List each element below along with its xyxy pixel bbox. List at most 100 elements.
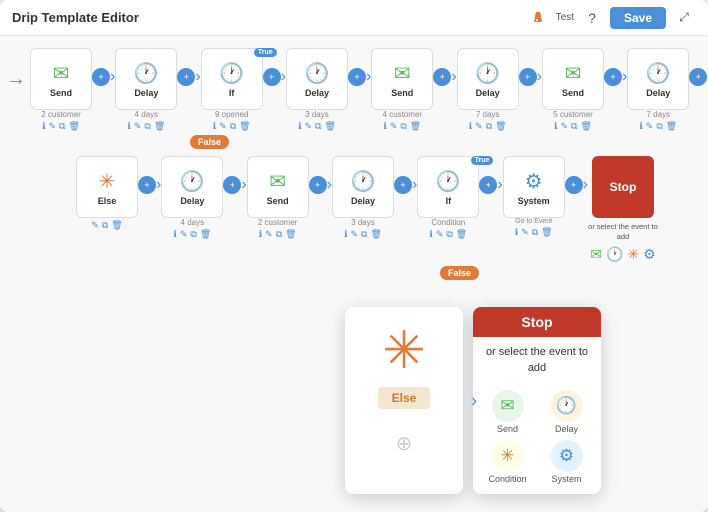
- popup-option-delay[interactable]: 🕐 Delay: [540, 390, 593, 434]
- node-copy-btn-d3[interactable]: ⧉: [486, 121, 492, 132]
- node-edit-btn-d1[interactable]: ✎: [134, 121, 142, 132]
- node-del-btn-d1[interactable]: 🗑: [154, 121, 165, 132]
- start-arrow: →: [6, 68, 26, 91]
- node-box-stop-inline[interactable]: Stop: [592, 156, 654, 218]
- node-edit-btn[interactable]: ✎: [49, 121, 57, 132]
- node-edit-btn-s2[interactable]: ✎: [390, 121, 398, 132]
- node-edit-btn-else[interactable]: ✎: [91, 220, 99, 231]
- node-edit-btn-dr2[interactable]: ✎: [180, 229, 188, 240]
- add-node-btn-r2-5[interactable]: +: [479, 176, 497, 194]
- node-copy-btn[interactable]: ⧉: [59, 121, 65, 132]
- node-info-btn-dr2-2[interactable]: ℹ: [344, 229, 347, 240]
- node-copy-btn-s3[interactable]: ⧉: [571, 121, 577, 132]
- add-node-btn-r2-4[interactable]: +: [394, 176, 412, 194]
- test-button[interactable]: [526, 6, 550, 30]
- node-copy-btn-ifr2[interactable]: ⧉: [446, 229, 452, 240]
- node-box-delay-3[interactable]: 🕐 Delay: [457, 48, 519, 110]
- node-del-btn-else[interactable]: 🗑: [111, 220, 122, 231]
- node-box-else[interactable]: ✳ Else: [76, 156, 138, 218]
- node-del-btn-d3[interactable]: 🗑: [495, 121, 506, 132]
- node-del-btn-sr2[interactable]: 🗑: [285, 229, 296, 240]
- else-popup-add-btn[interactable]: ⊕: [396, 431, 413, 456]
- node-del-btn-dr2-2[interactable]: 🗑: [370, 229, 381, 240]
- node-edit-btn-if1[interactable]: ✎: [219, 121, 227, 132]
- node-del-btn-ifr2[interactable]: 🗑: [456, 229, 467, 240]
- node-edit-btn-ifr2[interactable]: ✎: [436, 229, 444, 240]
- node-copy-btn-sys[interactable]: ⧉: [532, 227, 538, 238]
- node-info-btn-sr2[interactable]: ℹ: [259, 229, 262, 240]
- save-button[interactable]: Save: [610, 7, 666, 29]
- node-copy-btn-if1[interactable]: ⧉: [230, 121, 236, 132]
- stop-delay-option[interactable]: 🕐: [606, 246, 623, 263]
- node-copy-btn-sr2[interactable]: ⧉: [276, 229, 282, 240]
- add-node-btn-r2-1[interactable]: +: [138, 176, 156, 194]
- node-info-btn-d1[interactable]: ℹ: [127, 121, 130, 132]
- node-info-btn-d3[interactable]: ℹ: [469, 121, 472, 132]
- node-edit-btn-d3[interactable]: ✎: [475, 121, 483, 132]
- node-edit-btn-dr2-2[interactable]: ✎: [350, 229, 358, 240]
- node-del-btn-sys[interactable]: 🗑: [541, 227, 552, 238]
- stop-send-option[interactable]: ✉: [590, 246, 602, 263]
- node-info-btn-sys[interactable]: ℹ: [515, 227, 518, 238]
- node-box-send-1[interactable]: ✉ Send: [30, 48, 92, 110]
- node-copy-btn-d2[interactable]: ⧉: [315, 121, 321, 132]
- node-del-btn-d2[interactable]: 🗑: [324, 121, 335, 132]
- node-edit-btn-sys[interactable]: ✎: [521, 227, 529, 238]
- node-copy-btn-d4[interactable]: ⧉: [656, 121, 662, 132]
- node-edit-btn-s3[interactable]: ✎: [560, 121, 568, 132]
- node-copy-btn-d1[interactable]: ⧉: [144, 121, 150, 132]
- node-info-btn-s2[interactable]: ℹ: [383, 121, 386, 132]
- popup-option-send[interactable]: ✉ Send: [481, 390, 534, 434]
- add-node-btn-4[interactable]: +: [348, 68, 366, 86]
- node-box-if-r2[interactable]: 🕐 If: [417, 156, 479, 218]
- node-del-btn-s3[interactable]: 🗑: [580, 121, 591, 132]
- help-button[interactable]: ?: [580, 6, 604, 30]
- node-info-btn-s3[interactable]: ℹ: [554, 121, 557, 132]
- node-del-btn-dr2[interactable]: 🗑: [200, 229, 211, 240]
- popup-option-system[interactable]: ⚙ System: [540, 440, 593, 484]
- popup-option-condition[interactable]: ✳ Condition: [481, 440, 534, 484]
- node-copy-btn-dr2-2[interactable]: ⧉: [361, 229, 367, 240]
- add-node-btn-5[interactable]: +: [433, 68, 451, 86]
- add-node-btn-1[interactable]: +: [92, 68, 110, 86]
- node-edit-btn-d4[interactable]: ✎: [646, 121, 654, 132]
- node-copy-btn-dr2[interactable]: ⧉: [190, 229, 196, 240]
- node-copy-btn-else[interactable]: ⧉: [102, 220, 108, 231]
- node-box-send-2[interactable]: ✉ Send: [371, 48, 433, 110]
- stop-sys-option[interactable]: ⚙: [643, 246, 656, 263]
- node-box-delay-r2-2[interactable]: 🕐 Delay: [332, 156, 394, 218]
- node-edit-btn-d2[interactable]: ✎: [304, 121, 312, 132]
- node-box-delay-1[interactable]: 🕐 Delay: [115, 48, 177, 110]
- add-node-btn-7[interactable]: +: [604, 68, 622, 86]
- node-del-btn[interactable]: 🗑: [68, 121, 79, 132]
- node-info-btn[interactable]: ℹ: [42, 121, 45, 132]
- expand-button[interactable]: ⤢: [672, 6, 696, 30]
- node-box-if-1[interactable]: 🕐 If: [201, 48, 263, 110]
- node-del-btn-d4[interactable]: 🗑: [666, 121, 677, 132]
- node-info-btn-if1[interactable]: ℹ: [213, 121, 216, 132]
- add-node-btn-r2-2[interactable]: +: [223, 176, 241, 194]
- node-box-delay-r2[interactable]: 🕐 Delay: [161, 156, 223, 218]
- stop-cond-option[interactable]: ✳: [627, 246, 639, 263]
- connector-r2-1: + ›: [138, 176, 161, 194]
- node-info-btn-dr2[interactable]: ℹ: [173, 229, 176, 240]
- node-box-send-r2[interactable]: ✉ Send: [247, 156, 309, 218]
- node-btns-send-r2: ℹ ✎ ⧉ 🗑: [259, 229, 297, 240]
- add-node-btn-r2-3[interactable]: +: [309, 176, 327, 194]
- node-box-system[interactable]: ⚙ System: [503, 156, 565, 218]
- node-box-delay-4[interactable]: 🕐 Delay: [627, 48, 689, 110]
- node-info-btn-d4[interactable]: ℹ: [639, 121, 642, 132]
- node-del-btn-if1[interactable]: 🗑: [239, 121, 250, 132]
- add-node-btn-6[interactable]: +: [519, 68, 537, 86]
- node-del-btn-s2[interactable]: 🗑: [410, 121, 421, 132]
- node-copy-btn-s2[interactable]: ⧉: [400, 121, 406, 132]
- add-node-btn-8[interactable]: +: [689, 68, 707, 86]
- add-node-btn-r2-6[interactable]: +: [565, 176, 583, 194]
- add-node-btn-2[interactable]: +: [177, 68, 195, 86]
- node-info-btn-d2[interactable]: ℹ: [298, 121, 301, 132]
- node-edit-btn-sr2[interactable]: ✎: [265, 229, 273, 240]
- node-info-btn-ifr2[interactable]: ℹ: [429, 229, 432, 240]
- node-box-send-3[interactable]: ✉ Send: [542, 48, 604, 110]
- node-box-delay-2[interactable]: 🕐 Delay: [286, 48, 348, 110]
- add-node-btn-3[interactable]: +: [263, 68, 281, 86]
